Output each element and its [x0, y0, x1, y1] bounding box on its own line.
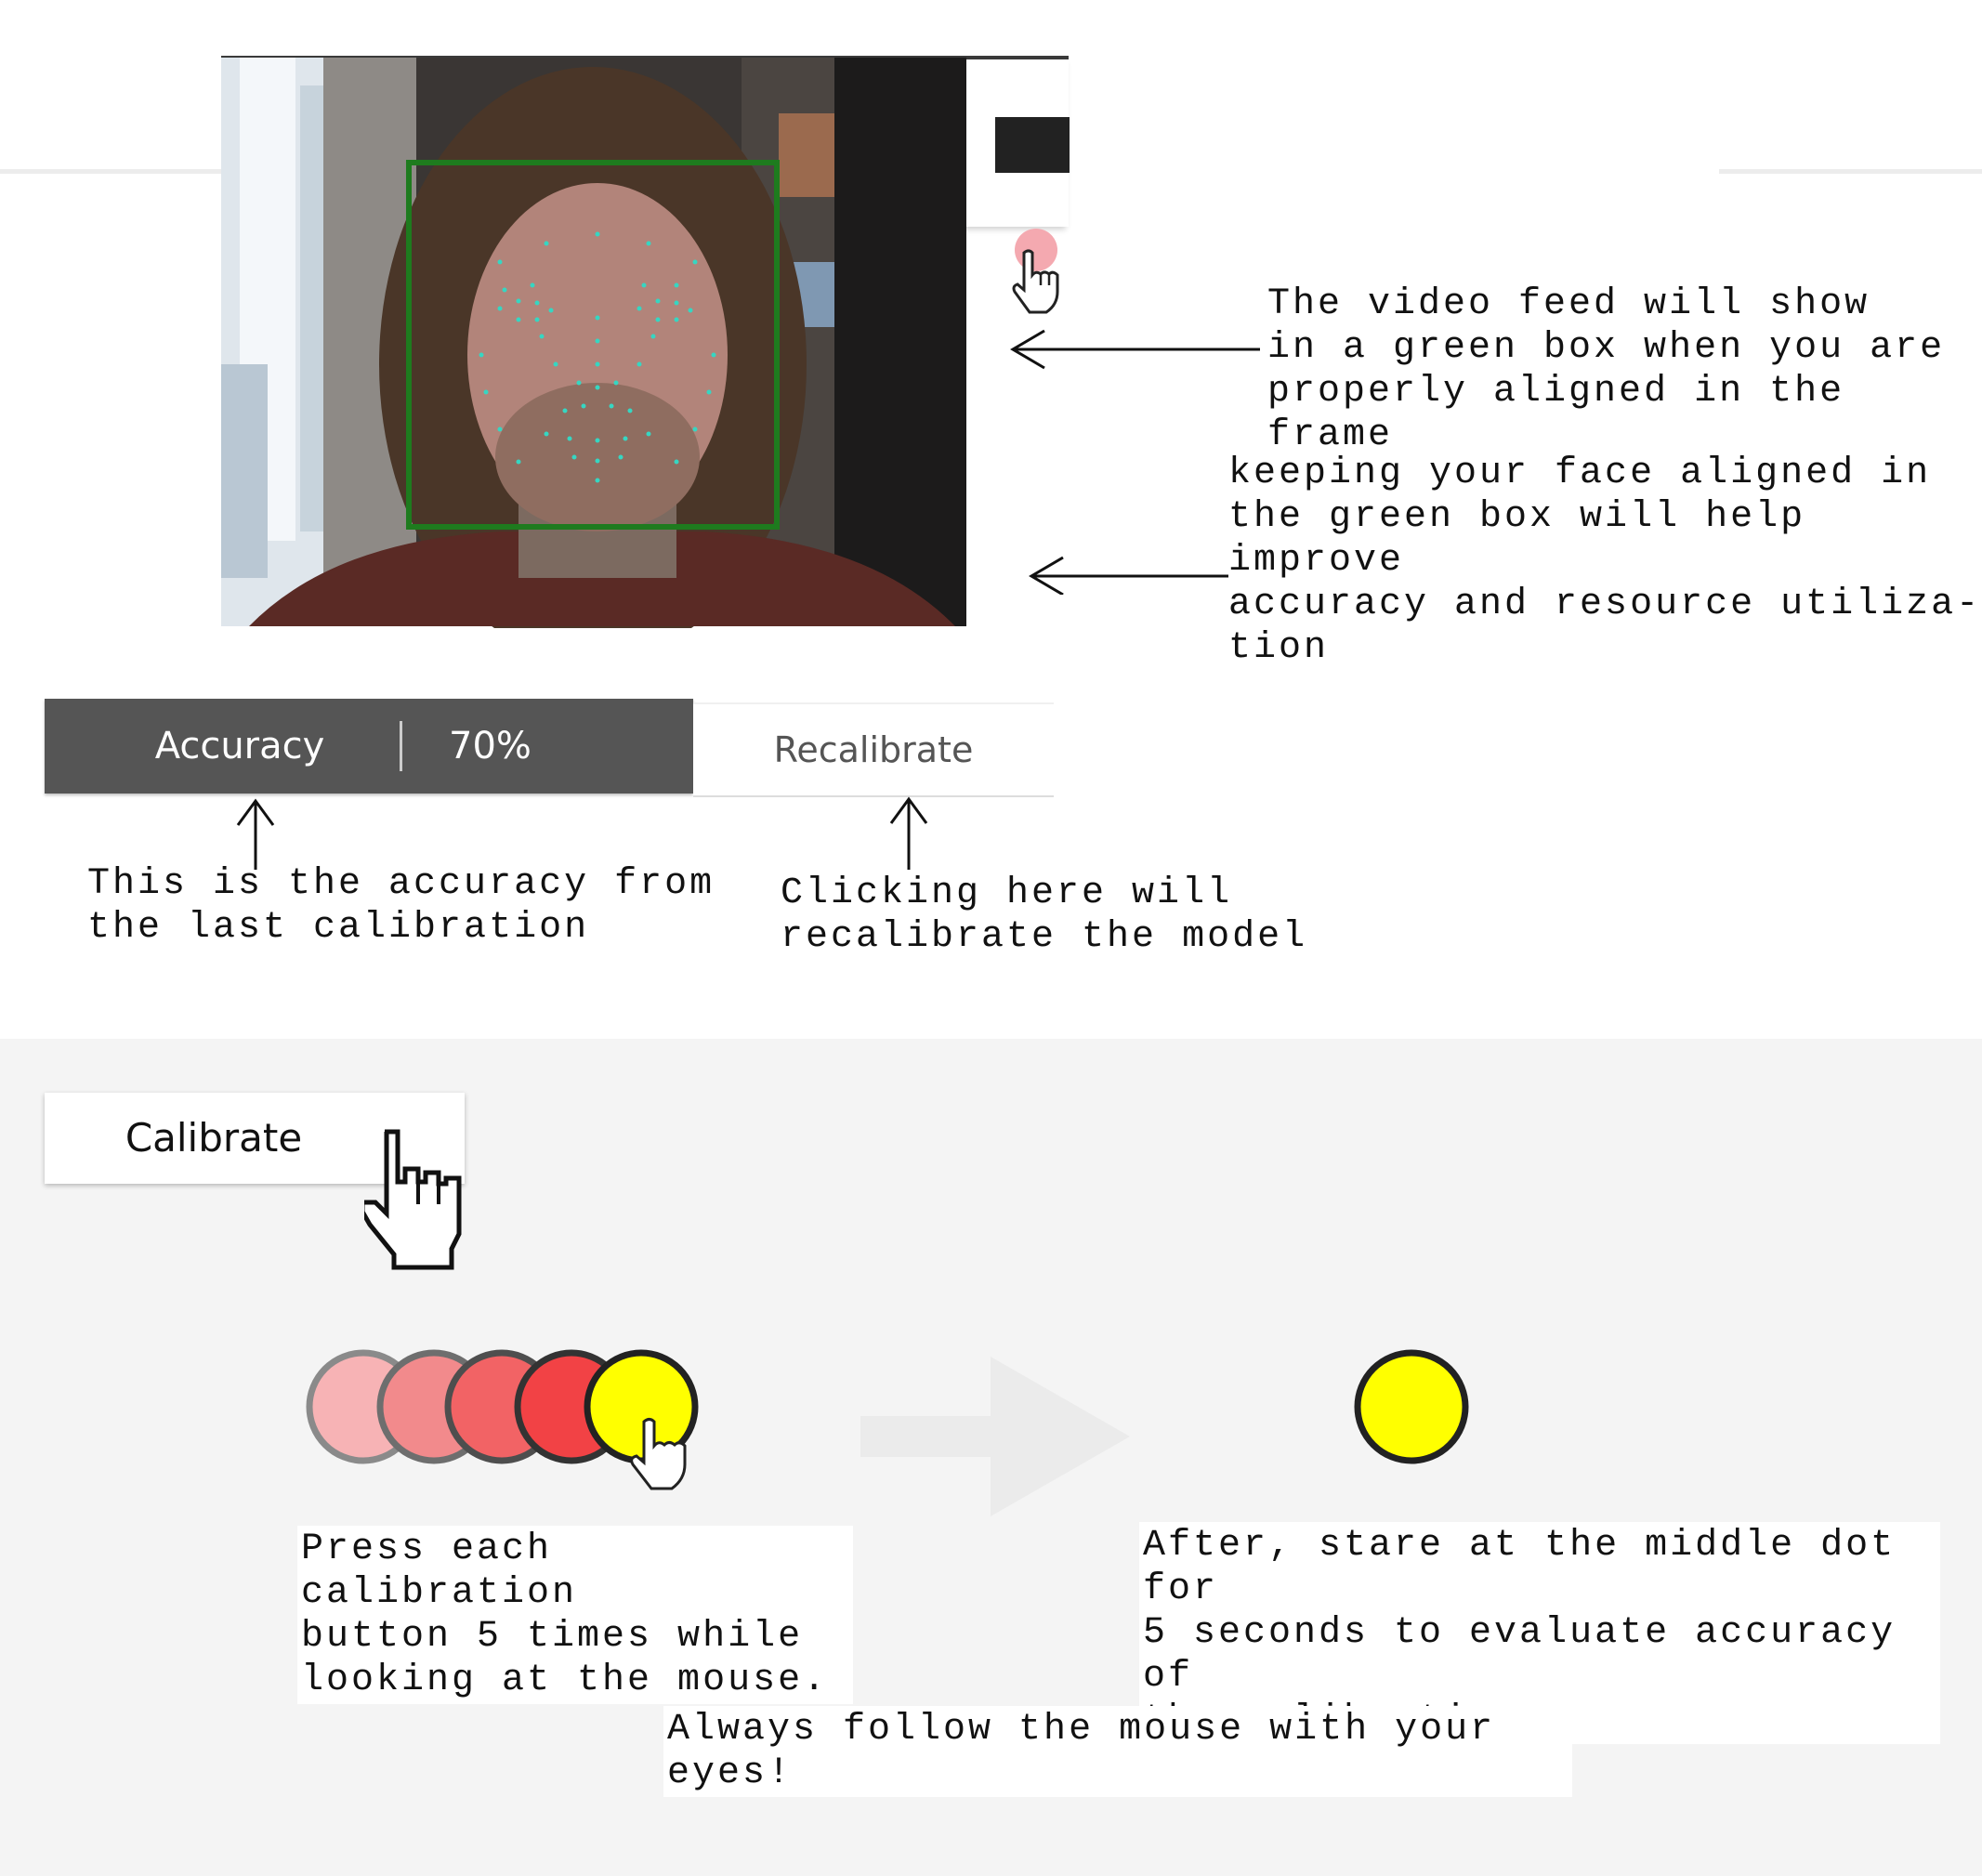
recalibrate-button[interactable]: Recalibrate — [693, 702, 1054, 797]
middle-target-dot — [1354, 1349, 1469, 1464]
accuracy-display: Accuracy 70% — [45, 699, 693, 794]
recalibrate-annotation: Clicking here will recalibrate the model — [781, 872, 1308, 958]
accuracy-up-arrow-icon — [236, 798, 275, 870]
press-instruction: Press each calibration button 5 times wh… — [297, 1526, 853, 1704]
video-feed-annotation: The video feed will show in a green box … — [1267, 283, 1946, 456]
calibration-dots-sequence — [306, 1349, 699, 1490]
recalibrate-up-arrow-icon — [889, 796, 928, 870]
video-feed — [221, 58, 966, 628]
accuracy-label: Accuracy — [154, 725, 325, 767]
alignment-tip-annotation: keeping your face aligned in the green b… — [1228, 453, 1982, 669]
flow-arrow-icon — [860, 1357, 1130, 1516]
accuracy-divider — [400, 721, 402, 771]
hand-cursor-icon-large — [364, 1129, 462, 1270]
separator-right — [1719, 169, 1982, 174]
footer-instruction: Always follow the mouse with your eyes! — [663, 1706, 1572, 1797]
accuracy-annotation: This is the accuracy from the last calib… — [87, 863, 715, 949]
calibrate-button-label: Calibrate — [125, 1115, 303, 1161]
accuracy-value: 70% — [449, 725, 532, 767]
